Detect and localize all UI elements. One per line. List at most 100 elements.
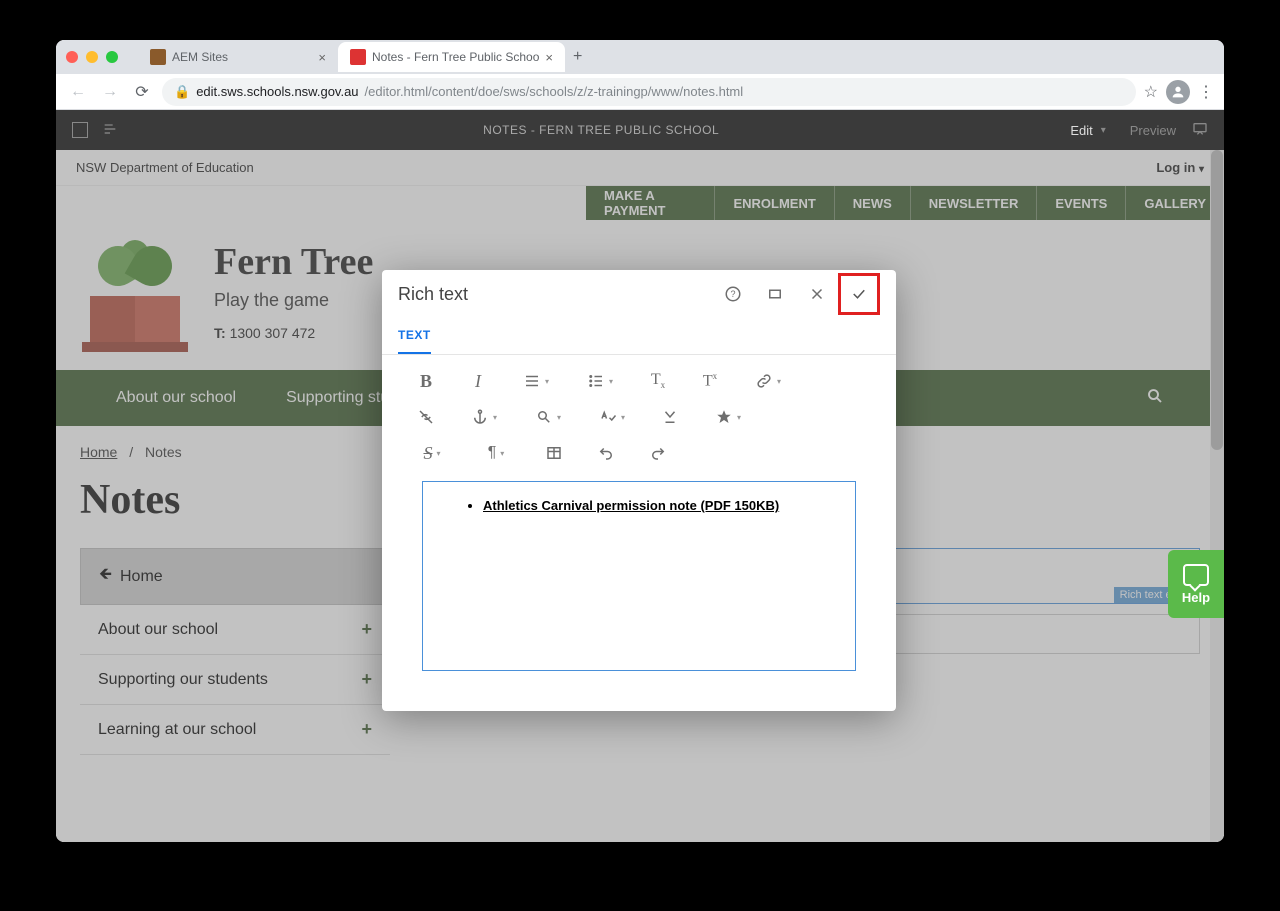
school-name: Fern Tree — [214, 240, 373, 284]
side-panel-toggle-icon[interactable] — [72, 122, 88, 138]
anchor-button[interactable]: ▾ — [464, 403, 504, 431]
list-item: Athletics Carnival permission note (PDF … — [483, 498, 835, 513]
mode-preview[interactable]: Preview — [1130, 123, 1176, 138]
superscript-button[interactable]: Tx — [696, 367, 724, 395]
bold-button[interactable]: B — [412, 367, 440, 395]
sidebar-item-label: Supporting our students — [98, 671, 268, 689]
tab-title: AEM Sites — [172, 50, 228, 64]
sidebar: 🡸 Home About our school + Supporting our… — [80, 548, 390, 755]
paragraph-format-button[interactable]: ¶▾ — [476, 439, 516, 467]
main-nav-about[interactable]: About our school — [116, 389, 236, 407]
minimize-window-button[interactable] — [86, 51, 98, 63]
arrow-left-icon: 🡸 — [99, 563, 112, 590]
url-path: /editor.html/content/doe/sws/schools/z/z… — [365, 84, 744, 99]
strikethrough-button[interactable]: S▾ — [412, 439, 452, 467]
utility-nav: MAKE A PAYMENT ENROLMENT NEWS NEWSLETTER… — [586, 186, 1224, 220]
chat-bubble-icon — [1183, 564, 1209, 586]
subscript-button[interactable]: Tx — [644, 367, 672, 395]
aem-page-title: NOTES - FERN TREE PUBLIC SCHOOL — [132, 123, 1070, 137]
back-button[interactable]: ← — [66, 83, 90, 101]
school-phone: T: 1300 307 472 — [214, 325, 373, 341]
align-button[interactable]: ▾ — [516, 367, 556, 395]
chevron-down-icon[interactable]: ▾ — [1101, 125, 1106, 136]
browser-tab-notes[interactable]: Notes - Fern Tree Public Schoo × — [338, 42, 565, 72]
list-button[interactable]: ▾ — [580, 367, 620, 395]
spellcheck-button[interactable]: ▾ — [592, 403, 632, 431]
dialog-tabs: TEXT — [382, 318, 896, 355]
school-info: Fern Tree Play the game T: 1300 307 472 — [214, 240, 373, 341]
sidebar-home-label: Home — [120, 568, 163, 586]
rte-toolbar: B I ▾ ▾ Tx Tx ▾ ▾ ▾ ▾ ▾ S▾ ¶▾ — [382, 355, 896, 473]
italic-button[interactable]: I — [464, 367, 492, 395]
help-label: Help — [1182, 590, 1210, 605]
find-replace-button[interactable]: ▾ — [528, 403, 568, 431]
utility-nav-events[interactable]: EVENTS — [1036, 186, 1125, 220]
page-viewport: NSW Department of Education Log in ▾ MAK… — [56, 150, 1224, 842]
forward-button[interactable]: → — [98, 83, 122, 101]
department-bar: NSW Department of Education Log in ▾ — [56, 150, 1224, 186]
expand-icon[interactable]: + — [361, 669, 372, 690]
bookmark-star-icon[interactable]: ☆ — [1144, 82, 1158, 102]
lock-icon: 🔒 — [174, 84, 190, 100]
aem-editor-bar: NOTES - FERN TREE PUBLIC SCHOOL Edit ▾ P… — [56, 110, 1224, 150]
window-controls — [66, 51, 118, 63]
breadcrumb-current: Notes — [145, 444, 182, 460]
sidebar-home[interactable]: 🡸 Home — [80, 548, 390, 605]
sidebar-item-label: About our school — [98, 621, 218, 639]
utility-nav-enrolment[interactable]: ENROLMENT — [714, 186, 833, 220]
breadcrumb-sep: / — [129, 444, 133, 460]
unlink-button[interactable] — [412, 403, 440, 431]
address-bar[interactable]: 🔒 edit.sws.schools.nsw.gov.au/editor.htm… — [162, 78, 1136, 106]
dialog-header: Rich text ? — [382, 270, 896, 318]
chevron-down-icon: ▾ — [1199, 164, 1204, 175]
annotate-icon[interactable] — [1192, 121, 1208, 140]
content-link[interactable]: Athletics Carnival permission note (PDF … — [483, 498, 779, 513]
svg-text:?: ? — [730, 289, 735, 299]
school-logo — [80, 240, 190, 350]
special-char-button[interactable] — [656, 403, 684, 431]
scrollbar-thumb[interactable] — [1211, 150, 1223, 450]
help-widget[interactable]: Help — [1168, 550, 1224, 618]
rte-editor-area[interactable]: Athletics Carnival permission note (PDF … — [422, 481, 856, 671]
department-name: NSW Department of Education — [76, 160, 254, 175]
expand-icon[interactable]: + — [361, 619, 372, 640]
dialog-title: Rich text — [398, 284, 712, 305]
undo-button[interactable] — [592, 439, 620, 467]
browser-tab-aem-sites[interactable]: AEM Sites × — [138, 42, 338, 72]
new-tab-button[interactable]: + — [573, 48, 582, 66]
maximize-window-button[interactable] — [106, 51, 118, 63]
close-tab-icon[interactable]: × — [545, 50, 553, 65]
breadcrumb-home[interactable]: Home — [80, 444, 117, 460]
browser-window: AEM Sites × Notes - Fern Tree Public Sch… — [56, 40, 1224, 842]
redo-button[interactable] — [644, 439, 672, 467]
expand-icon[interactable]: + — [361, 719, 372, 740]
help-icon[interactable]: ? — [712, 273, 754, 315]
browser-menu-button[interactable]: ⋮ — [1198, 82, 1214, 102]
search-icon[interactable] — [1146, 387, 1164, 410]
close-window-button[interactable] — [66, 51, 78, 63]
login-link[interactable]: Log in ▾ — [1156, 160, 1204, 175]
browser-tab-strip: AEM Sites × Notes - Fern Tree Public Sch… — [56, 40, 1224, 74]
scrollbar-track — [1210, 150, 1224, 842]
favicon — [150, 49, 166, 65]
fullscreen-icon[interactable] — [754, 273, 796, 315]
browser-toolbar: ← → ⟳ 🔒 edit.sws.schools.nsw.gov.au/edit… — [56, 74, 1224, 110]
close-icon[interactable] — [796, 273, 838, 315]
utility-nav-news[interactable]: NEWS — [834, 186, 910, 220]
reload-button[interactable]: ⟳ — [130, 82, 154, 102]
sidebar-item[interactable]: About our school + — [80, 605, 390, 655]
page-info-icon[interactable] — [102, 121, 118, 140]
close-tab-icon[interactable]: × — [318, 50, 326, 65]
link-button[interactable]: ▾ — [748, 367, 788, 395]
utility-nav-payment[interactable]: MAKE A PAYMENT — [586, 186, 714, 220]
sidebar-item[interactable]: Learning at our school + — [80, 705, 390, 755]
utility-nav-newsletter[interactable]: NEWSLETTER — [910, 186, 1037, 220]
done-button[interactable] — [838, 273, 880, 315]
tab-text[interactable]: TEXT — [398, 318, 431, 354]
favorite-button[interactable]: ▾ — [708, 403, 748, 431]
profile-button[interactable] — [1166, 80, 1190, 104]
sidebar-item[interactable]: Supporting our students + — [80, 655, 390, 705]
mode-edit[interactable]: Edit — [1070, 123, 1092, 138]
favicon — [350, 49, 366, 65]
table-button[interactable] — [540, 439, 568, 467]
